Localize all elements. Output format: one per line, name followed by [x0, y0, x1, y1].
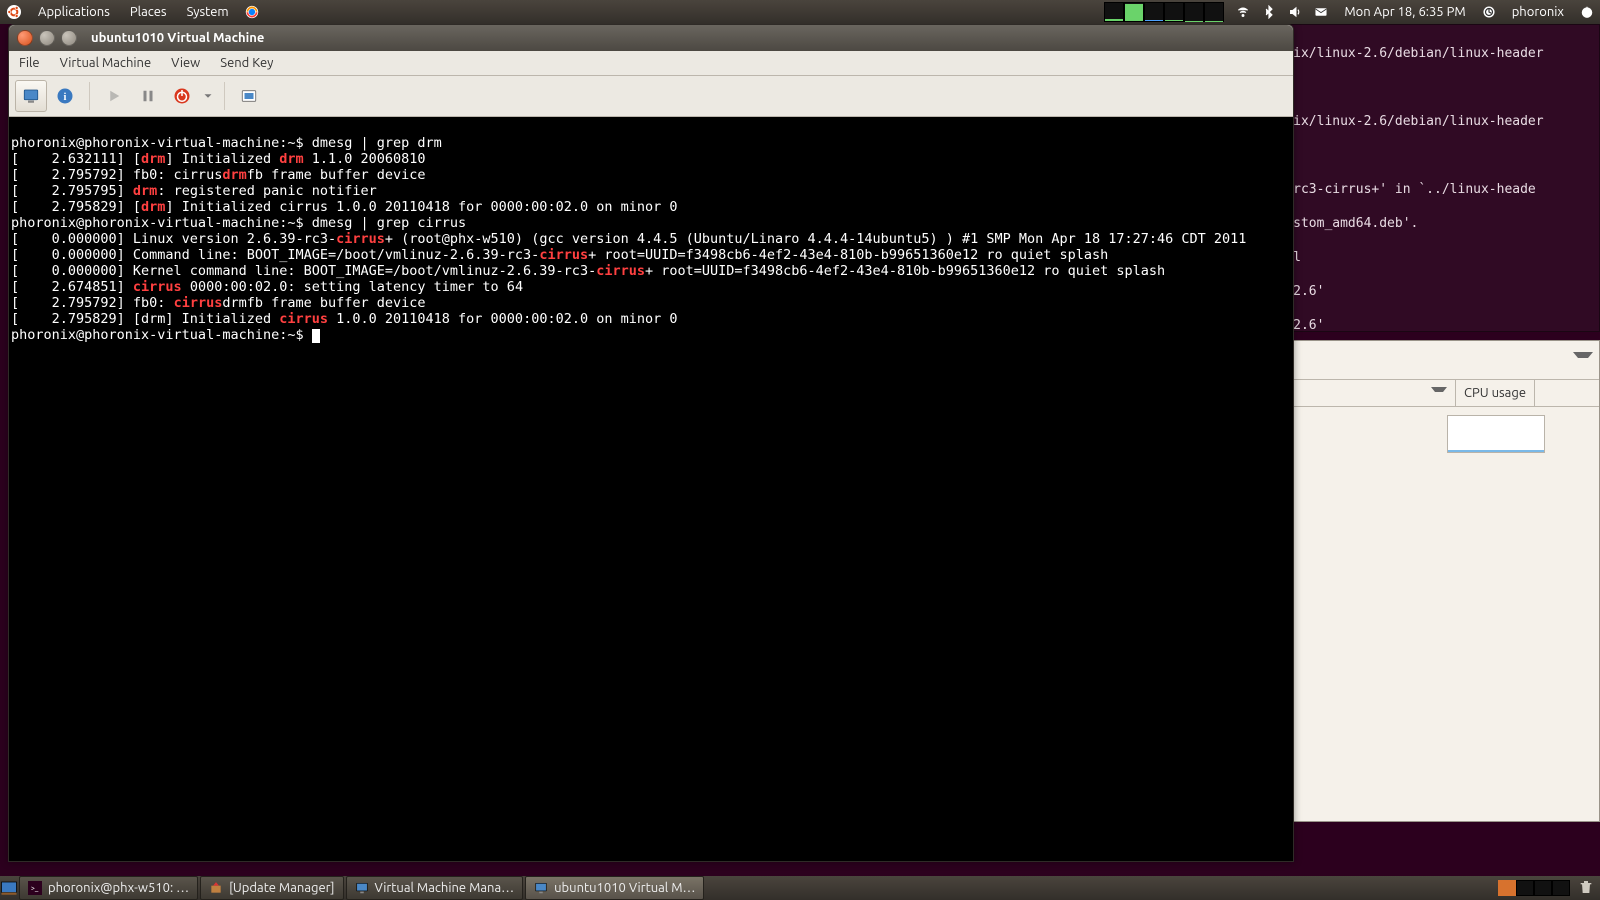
virt-manager-toolbar [1269, 341, 1599, 380]
volume-icon[interactable] [1282, 5, 1308, 19]
window-minimize-button[interactable] [39, 30, 55, 46]
monitor-icon [355, 881, 369, 895]
trash-icon[interactable] [1578, 879, 1594, 898]
bottom-panel: >_ phoronix@phx-w510: … [Update Manager]… [0, 876, 1600, 900]
svg-text:i: i [64, 92, 67, 103]
menu-places[interactable]: Places [120, 5, 177, 19]
terminal-prompt: phoronix@phoronix-virtual-machine:~$ [11, 327, 304, 343]
workspace-switcher[interactable] [1498, 880, 1570, 896]
chevron-down-icon[interactable] [1573, 352, 1593, 368]
menu-view[interactable]: View [161, 56, 210, 70]
virt-manager-window: CPU usage [1268, 340, 1600, 822]
vm-cpu-usage-graph [1447, 415, 1545, 453]
task-vm-window[interactable]: ubuntu1010 Virtual M… [525, 876, 704, 900]
workspace-4[interactable] [1552, 880, 1570, 896]
column-name[interactable] [1269, 380, 1456, 406]
terminal-icon: >_ [28, 881, 42, 895]
mail-icon[interactable] [1308, 5, 1334, 19]
terminal-prompt: phoronix@phoronix-virtual-machine:~$ [11, 135, 304, 151]
vm-toolbar: i [9, 76, 1293, 117]
firefox-icon[interactable] [239, 5, 265, 19]
window-title: ubuntu1010 Virtual Machine [85, 31, 264, 45]
top-panel: Applications Places System Mon Apr 18, 6… [0, 0, 1600, 24]
shutdown-button[interactable] [166, 80, 198, 112]
menu-virtual-machine[interactable]: Virtual Machine [50, 56, 162, 70]
user-switch-icon[interactable] [1476, 5, 1502, 19]
window-maximize-button[interactable] [61, 30, 77, 46]
vm-menubar: File Virtual Machine View Send Key [9, 51, 1293, 76]
sort-indicator-icon [1431, 387, 1447, 400]
shutdown-menu-button[interactable] [200, 80, 216, 112]
system-monitor[interactable] [1104, 2, 1224, 22]
task-terminal[interactable]: >_ phoronix@phx-w510: … [19, 876, 198, 900]
menu-applications[interactable]: Applications [28, 5, 120, 19]
fullscreen-button[interactable] [233, 80, 265, 112]
task-update-manager[interactable]: [Update Manager] [200, 876, 343, 900]
show-desktop-button[interactable] [0, 879, 18, 897]
background-terminal: poronix/linux-2.6/debian/linux-header po… [1248, 24, 1600, 332]
svg-text:>_: >_ [31, 884, 39, 892]
clock[interactable]: Mon Apr 18, 6:35 PM [1334, 5, 1475, 19]
task-virt-manager[interactable]: Virtual Machine Mana… [346, 876, 524, 900]
user-menu[interactable]: phoronix [1502, 5, 1574, 19]
wifi-icon[interactable] [1230, 5, 1256, 19]
vm-console[interactable]: phoronix@phoronix-virtual-machine:~$ dme… [9, 117, 1293, 861]
window-titlebar[interactable]: ubuntu1010 Virtual Machine [9, 25, 1293, 51]
menu-system[interactable]: System [177, 5, 239, 19]
power-icon[interactable] [1574, 5, 1600, 19]
column-cpu-usage[interactable]: CPU usage [1456, 380, 1535, 406]
details-button[interactable]: i [49, 80, 81, 112]
run-button[interactable] [98, 80, 130, 112]
console-button[interactable] [15, 80, 47, 112]
terminal-prompt: phoronix@phoronix-virtual-machine:~$ [11, 215, 304, 231]
menu-file[interactable]: File [9, 56, 50, 70]
cursor [312, 329, 320, 343]
pause-button[interactable] [132, 80, 164, 112]
vm-window: ubuntu1010 Virtual Machine File Virtual … [8, 24, 1294, 862]
window-close-button[interactable] [17, 30, 33, 46]
workspace-2[interactable] [1516, 880, 1534, 896]
ubuntu-logo-icon[interactable] [0, 4, 28, 20]
update-icon [209, 881, 223, 895]
virt-manager-header: CPU usage [1269, 380, 1599, 407]
menu-send-key[interactable]: Send Key [210, 56, 283, 70]
bluetooth-icon[interactable] [1256, 5, 1282, 19]
monitor-icon [534, 881, 548, 895]
workspace-1[interactable] [1498, 880, 1516, 896]
workspace-3[interactable] [1534, 880, 1552, 896]
